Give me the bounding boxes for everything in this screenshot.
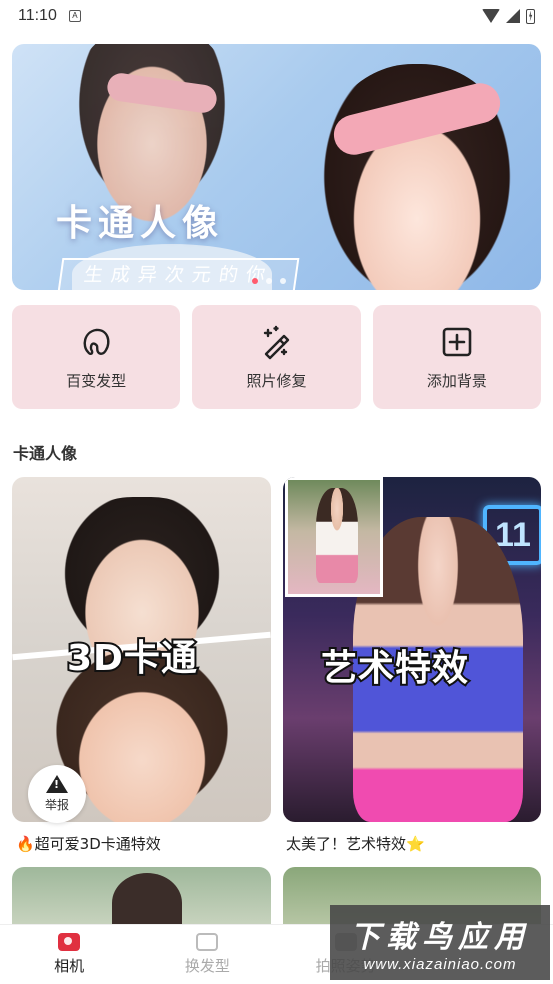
magic-wand-icon [258, 324, 294, 360]
status-bar: 11:10 A [0, 0, 553, 32]
watermark-line2: www.xiazainiao.com [363, 956, 517, 973]
tool-hairstyle-button[interactable]: 百变发型 [12, 305, 181, 409]
card-caption[interactable]: 太美了！艺术特效⭐ [286, 833, 425, 854]
inset-figure [316, 488, 358, 583]
watermark-line1: 下载鸟应用 [350, 920, 530, 955]
tool-photo-repair-button[interactable]: 照片修复 [192, 305, 361, 409]
watermark-logo: 下载鸟应用 www.xiazainiao.com [330, 905, 550, 980]
tool-row: 百变发型 照片修复 添加背景 [12, 305, 541, 409]
carousel-dot [266, 278, 272, 284]
nav-label: 换发型 [184, 957, 230, 975]
card-overlay-text: 艺术特效 [319, 646, 470, 691]
template-card-art-effect[interactable]: 11 艺术特效 [283, 477, 541, 822]
camera-icon [58, 933, 81, 951]
signal-icon [506, 9, 520, 23]
status-icons [482, 8, 535, 24]
carousel-dot [280, 278, 286, 284]
carousel-indicator [252, 278, 286, 284]
section-title: 卡通人像 [13, 444, 78, 463]
report-button[interactable]: 举报 [28, 765, 86, 823]
nav-change-hair[interactable]: 换发型 [138, 925, 276, 984]
template-card[interactable] [12, 867, 271, 927]
wifi-icon [482, 9, 500, 23]
camera-outline-icon [196, 933, 219, 951]
warning-icon [46, 775, 68, 793]
card-caption[interactable]: 🔥超可爱3D卡通特效 [16, 833, 161, 854]
plus-square-icon [439, 324, 475, 360]
nav-label: 相机 [54, 957, 85, 975]
status-time: 11:10 [18, 7, 57, 24]
tool-label: 添加背景 [426, 371, 487, 390]
banner-subtitle: 生成异次元的你 [57, 258, 300, 290]
battery-icon [526, 8, 535, 24]
notification-icon: A [68, 10, 81, 22]
card-photo-head [112, 873, 182, 927]
nav-camera[interactable]: 相机 [0, 925, 138, 984]
tool-label: 照片修复 [246, 371, 307, 390]
report-label: 举报 [44, 798, 69, 812]
tool-label: 百变发型 [66, 371, 127, 390]
card-overlay-text: 3D卡通 [65, 636, 199, 681]
banner-title: 卡通人像 [56, 203, 225, 244]
hair-icon [78, 324, 114, 360]
carousel-dot-active [252, 278, 258, 284]
card-photo-inset [285, 477, 383, 597]
banner-carousel[interactable]: 卡通人像 生成异次元的你 [12, 44, 541, 290]
tool-add-background-button[interactable]: 添加背景 [372, 305, 541, 409]
